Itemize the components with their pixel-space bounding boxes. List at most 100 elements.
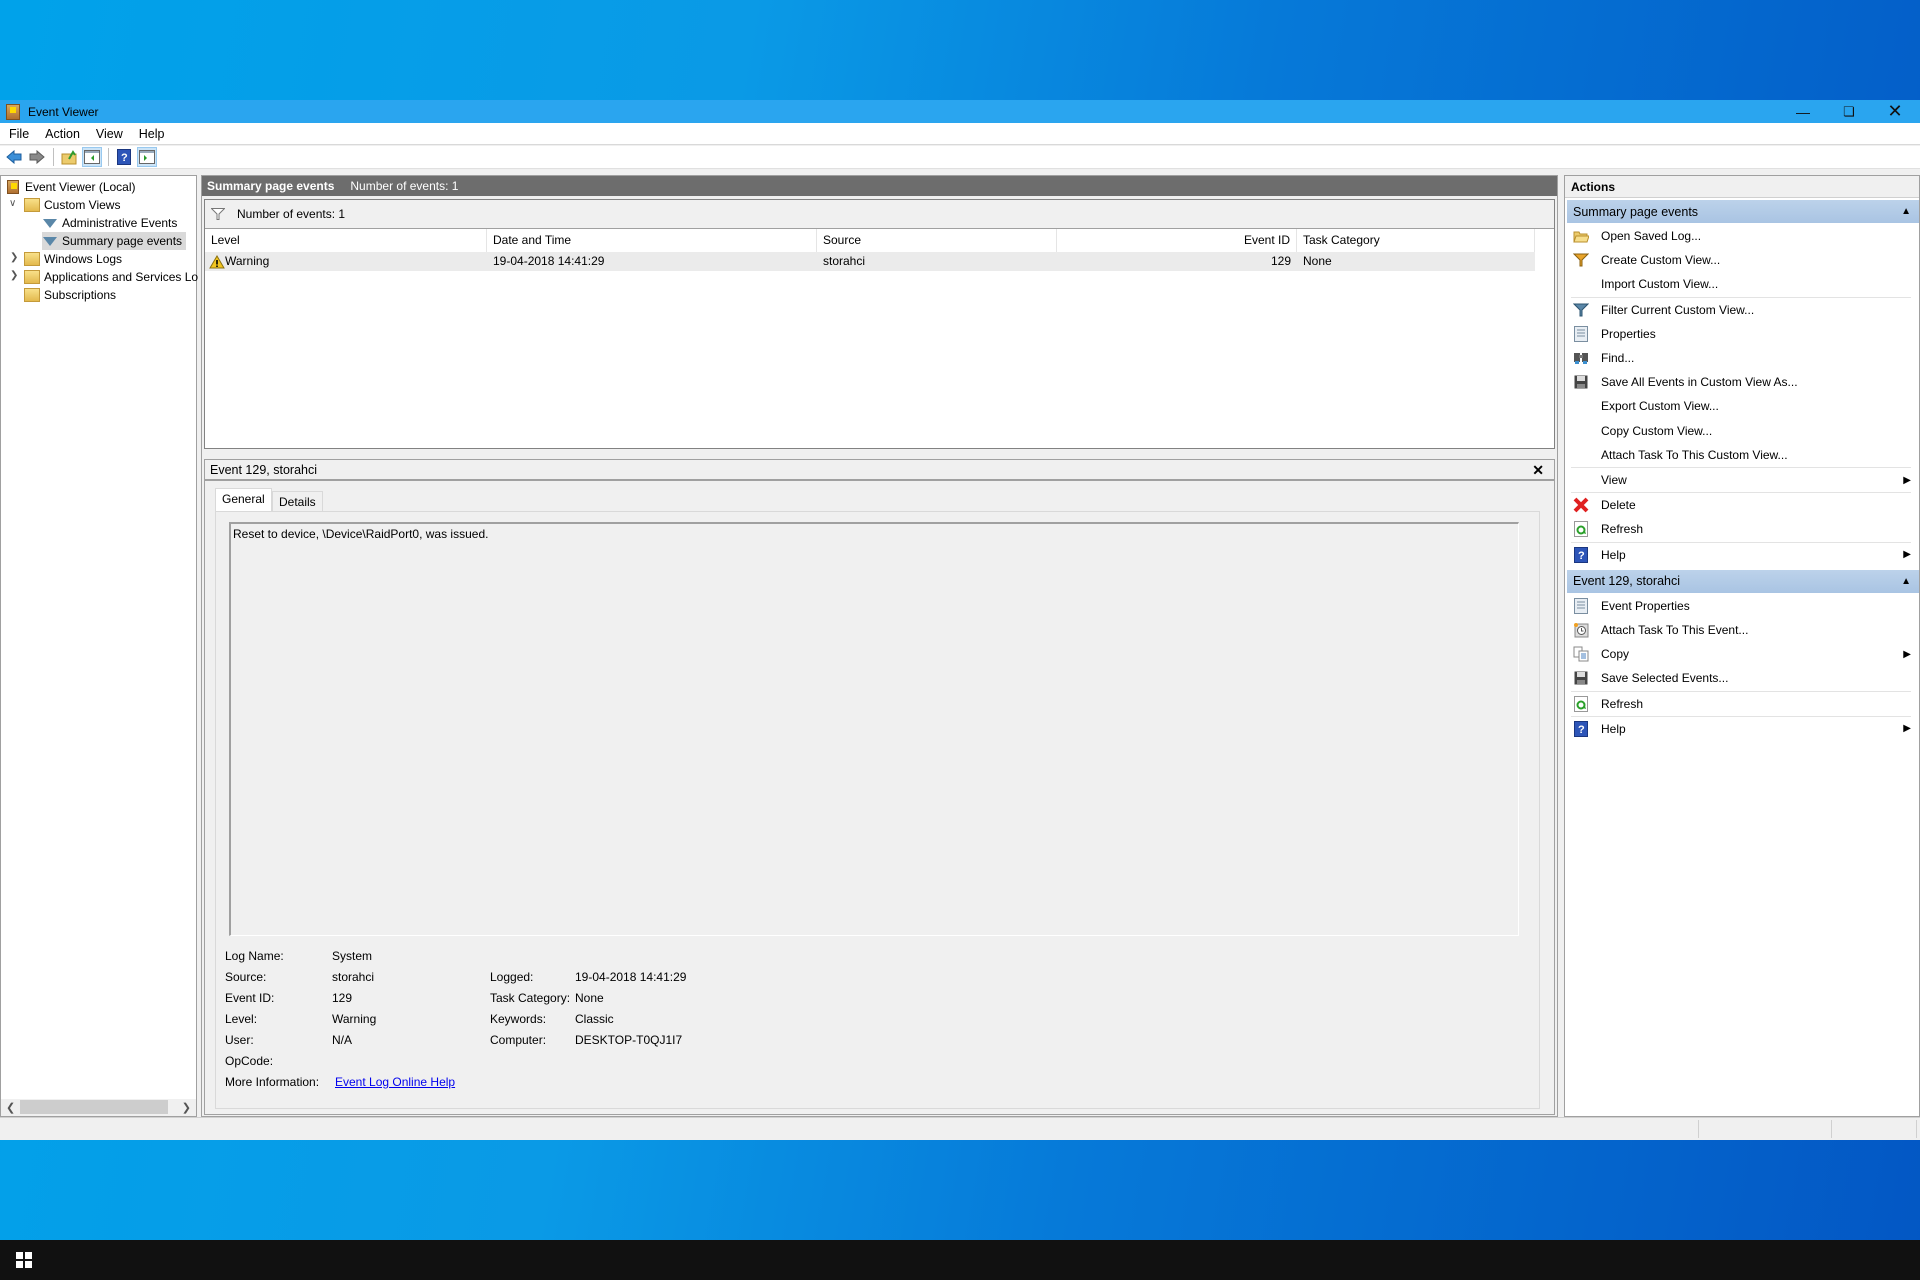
menu-bar: File Action View Help — [0, 123, 1920, 145]
cell-task-category: None — [1303, 254, 1332, 268]
submenu-arrow-icon: ▶ — [1903, 474, 1911, 486]
action-refresh[interactable]: Refresh — [1567, 692, 1915, 716]
action-copy-custom-view[interactable]: Copy Custom View... — [1567, 419, 1915, 443]
chevron-right-icon[interactable]: ❯ — [10, 252, 18, 263]
menu-action[interactable]: Action — [36, 127, 87, 141]
column-header-source[interactable]: Source — [817, 229, 1057, 252]
action-attach-task-to-this-custom-view[interactable]: Attach Task To This Custom View... — [1567, 443, 1915, 467]
back-arrow-icon — [6, 150, 22, 164]
menu-file[interactable]: File — [0, 127, 36, 141]
event-viewer-app-icon — [6, 103, 20, 120]
event-log-online-help-link[interactable]: Event Log Online Help — [335, 1075, 455, 1089]
status-divider — [1831, 1120, 1832, 1138]
event-message-box[interactable]: Reset to device, \Device\RaidPort0, was … — [229, 522, 1519, 936]
action-filter-current-custom-view[interactable]: Filter Current Custom View... — [1567, 298, 1915, 322]
source-label: Source: — [225, 970, 267, 984]
tree-item-summary-page-events[interactable]: Summary page events — [42, 232, 187, 250]
start-button[interactable] — [16, 1252, 32, 1268]
tree-item-label: Windows Logs — [44, 252, 123, 266]
column-header-level[interactable]: Level — [205, 229, 487, 252]
action-delete[interactable]: Delete — [1567, 493, 1915, 517]
action-label: Help — [1601, 721, 1626, 736]
forward-button[interactable] — [27, 147, 47, 167]
close-button[interactable]: ✕ — [1872, 100, 1918, 123]
task-clock-icon — [1569, 622, 1593, 638]
action-attach-task-to-this-event[interactable]: Attach Task To This Event... — [1567, 618, 1915, 642]
tree-root-event-viewer[interactable]: Event Viewer (Local) — [5, 178, 136, 196]
action-save-all-events-in-custom-view-as[interactable]: Save All Events in Custom View As... — [1567, 370, 1915, 394]
event-viewer-icon — [7, 180, 19, 194]
minimize-icon: — — [1796, 103, 1810, 120]
action-label: Delete — [1601, 498, 1636, 513]
action-refresh[interactable]: Refresh — [1567, 517, 1915, 541]
console-tree: Event Viewer (Local) ∨ Custom Views Admi… — [0, 175, 198, 1117]
tree-item-windows-logs[interactable]: Windows Logs — [24, 250, 122, 268]
tree-item-administrative-events[interactable]: Administrative Events — [43, 214, 181, 232]
pane-title: Summary page events — [207, 179, 335, 193]
toolbar-separator — [108, 148, 109, 166]
action-view[interactable]: View ▶ — [1567, 468, 1915, 492]
show-hide-action-pane-icon — [139, 150, 155, 164]
action-label: Save Selected Events... — [1601, 671, 1729, 686]
restore-button[interactable]: ❏ — [1826, 100, 1872, 123]
tab-details[interactable]: Details — [272, 491, 323, 513]
minimize-button[interactable]: — — [1780, 100, 1826, 123]
up-folder-icon — [61, 150, 77, 165]
action-group-header[interactable]: Summary page events ▲ — [1567, 200, 1919, 223]
action-help[interactable]: ? Help ▶ — [1567, 717, 1915, 741]
tree-item-label: Summary page events — [62, 234, 183, 248]
action-label: Help — [1601, 547, 1626, 562]
action-label: Event Properties — [1601, 598, 1690, 613]
back-button[interactable] — [4, 147, 24, 167]
action-find[interactable]: Find... — [1567, 346, 1915, 370]
tree-root-label: Event Viewer (Local) — [25, 180, 136, 194]
action-event-properties[interactable]: Event Properties — [1567, 594, 1915, 618]
up-level-button[interactable] — [59, 147, 79, 167]
forward-arrow-icon — [29, 150, 45, 164]
scroll-right-icon[interactable]: ❯ — [182, 1101, 191, 1114]
tree-item-applications-and-services[interactable]: Applications and Services Lo — [24, 268, 198, 286]
show-hide-console-tree-button[interactable] — [82, 147, 102, 167]
event-id-label: Event ID: — [225, 991, 275, 1005]
tab-general[interactable]: General — [215, 488, 272, 512]
menu-help[interactable]: Help — [130, 127, 172, 141]
tree-item-subscriptions[interactable]: Subscriptions — [24, 286, 116, 304]
help-button[interactable]: ? — [114, 147, 134, 167]
user-label: User: — [225, 1033, 254, 1047]
tree-item-custom-views[interactable]: Custom Views — [24, 196, 120, 214]
status-divider — [1916, 1120, 1917, 1138]
action-export-custom-view[interactable]: Export Custom View... — [1567, 394, 1915, 418]
table-header-row: Level Date and Time Source Event ID Task… — [205, 229, 1535, 252]
tree-horizontal-scrollbar[interactable]: ❮ ❯ — [1, 1099, 196, 1116]
action-label: Properties — [1601, 326, 1656, 341]
column-header-date-time[interactable]: Date and Time — [487, 229, 817, 252]
create-filter-icon — [1569, 252, 1593, 268]
action-import-custom-view[interactable]: Import Custom View... — [1567, 272, 1915, 296]
cell-date-time: 19-04-2018 14:41:29 — [493, 254, 605, 268]
collapse-triangle-icon[interactable]: ▲ — [1901, 206, 1911, 217]
action-label: Open Saved Log... — [1601, 229, 1702, 243]
collapse-triangle-icon[interactable]: ▲ — [1901, 576, 1911, 587]
table-row[interactable]: Warning 19-04-2018 14:41:29 storahci 129… — [205, 252, 1535, 271]
help-icon: ? — [117, 149, 131, 165]
chevron-right-icon[interactable]: ❯ — [10, 270, 18, 281]
title-bar[interactable]: Event Viewer — ❏ ✕ — [0, 100, 1920, 123]
action-label: Export Custom View... — [1601, 399, 1719, 414]
scroll-left-icon[interactable]: ❮ — [6, 1101, 15, 1114]
menu-view[interactable]: View — [87, 127, 130, 141]
scrollbar-thumb[interactable] — [20, 1100, 168, 1114]
action-copy[interactable]: Copy ▶ — [1567, 642, 1915, 666]
show-hide-action-pane-button[interactable] — [137, 147, 157, 167]
action-properties[interactable]: Properties — [1567, 322, 1915, 346]
taskbar — [0, 1240, 1920, 1280]
action-group-header[interactable]: Event 129, storahci ▲ — [1567, 569, 1919, 593]
windows-logs-folder-icon — [24, 252, 40, 266]
close-detail-icon[interactable]: ✕ — [1532, 462, 1544, 479]
column-header-task-category[interactable]: Task Category — [1297, 229, 1535, 252]
action-help[interactable]: ? Help ▶ — [1567, 543, 1915, 567]
chevron-down-icon[interactable]: ∨ — [9, 198, 16, 209]
action-create-custom-view[interactable]: Create Custom View... — [1567, 248, 1915, 272]
action-open-saved-log[interactable]: Open Saved Log... — [1567, 224, 1915, 248]
action-save-selected-events[interactable]: Save Selected Events... — [1567, 666, 1915, 690]
column-header-event-id[interactable]: Event ID — [1057, 229, 1297, 252]
